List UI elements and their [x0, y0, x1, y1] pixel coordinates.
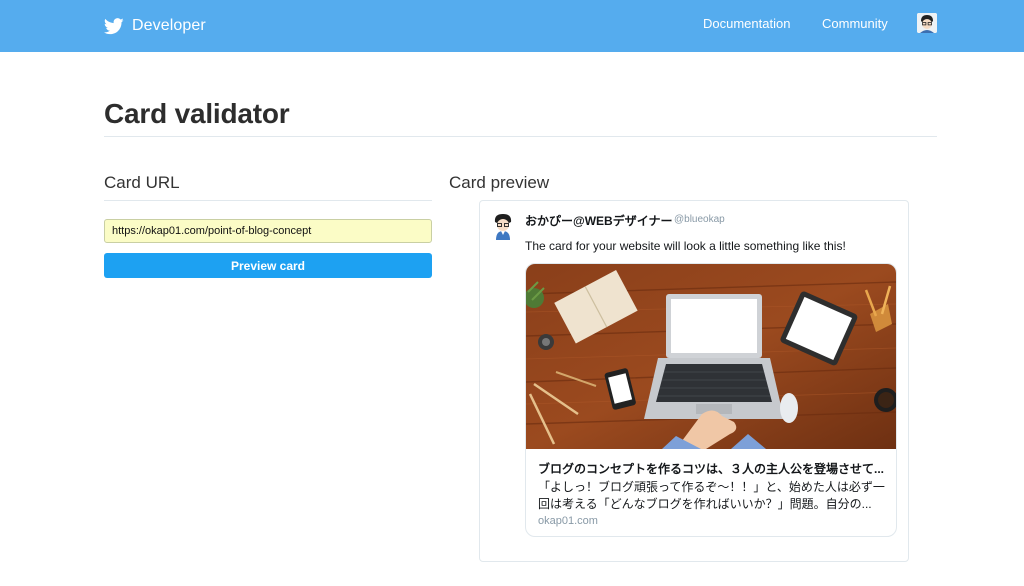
tweet-author-name: おかぴー@WEBデザイナー: [525, 214, 673, 228]
user-avatar[interactable]: [917, 13, 937, 33]
nav-community-link[interactable]: Community: [822, 16, 888, 31]
nav-documentation-link[interactable]: Documentation: [703, 16, 790, 31]
card-preview-section-label: Card preview: [449, 173, 550, 192]
tweet-text: The card for your website will look a li…: [525, 239, 846, 253]
card-description-line-1: 「よしっ！ブログ頑張って作るぞ〜！！」と、始めた人は必ず一: [538, 480, 885, 494]
user-avatar-icon: [917, 13, 937, 33]
card-url-section-label: Card URL: [104, 173, 180, 192]
page-title: Card validator: [104, 98, 290, 129]
card-domain: okap01.com: [538, 515, 598, 527]
card-image: [526, 264, 896, 449]
title-divider: [104, 136, 937, 137]
twitter-bird-icon: [104, 17, 124, 34]
card-description-line-2: 回は考える「どんなブログを作ればいいか？」問題。自分の...: [538, 497, 872, 511]
tweet-author-handle: @blueokap: [674, 214, 725, 225]
brand-link[interactable]: Developer: [104, 12, 206, 40]
top-navigation-bar: Developer Documentation Community: [0, 0, 1024, 52]
card-description: 「よしっ！ブログ頑張って作るぞ〜！！」と、始めた人は必ず一 回は考える「どんなブ…: [538, 479, 890, 513]
card-url-divider: [104, 200, 432, 201]
card-title: ブログのコンセプトを作るコツは、３人の主人公を登場させて...: [538, 462, 885, 476]
tweet-author-avatar-icon: [494, 214, 512, 240]
preview-card-button[interactable]: Preview card: [104, 253, 432, 278]
brand-label: Developer: [132, 17, 206, 34]
tweet-author-avatar: [491, 212, 515, 240]
link-preview-card[interactable]: ブログのコンセプトを作るコツは、３人の主人公を登場させて... 「よしっ！ブログ…: [525, 263, 897, 537]
card-url-input[interactable]: [104, 219, 432, 243]
